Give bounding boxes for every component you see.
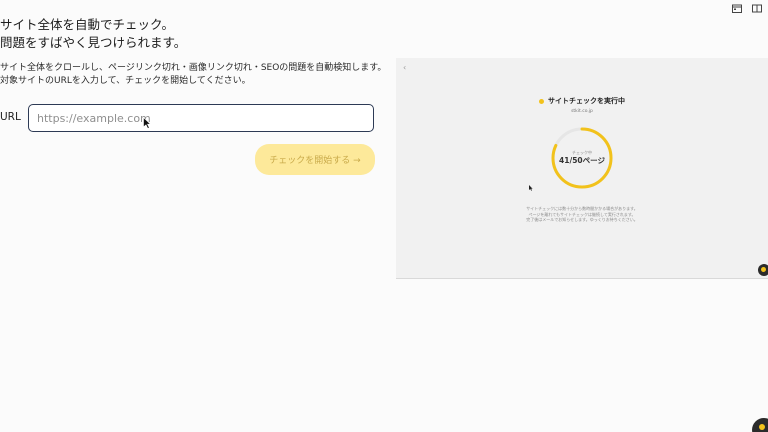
status-dot-icon [539, 98, 544, 104]
url-input[interactable] [28, 104, 374, 132]
page: サイト全体を自動でチェック。 問題をすばやく見つけられます。 サイト全体をクロー… [0, 0, 768, 432]
preview-domain: stkit.co.jp [571, 109, 593, 114]
preview-chat-button[interactable] [758, 264, 768, 276]
start-check-button[interactable]: チェックを開始する → [255, 144, 375, 175]
book-icon[interactable] [752, 4, 762, 13]
preview-panel: ‹ サイトチェックを実行中 stkit.co.jp チェック中 41/50ページ… [396, 58, 768, 278]
progress-text: チェック中 41/50ページ [550, 150, 614, 166]
description: サイト全体をクロールし、ページリンク切れ・画像リンク切れ・SEOの問題を自動検知… [0, 62, 386, 88]
description-line-1: サイト全体をクロールし、ページリンク切れ・画像リンク切れ・SEOの問題を自動検知… [0, 63, 387, 73]
chat-button[interactable] [752, 418, 768, 432]
mouse-cursor-icon [143, 117, 151, 129]
back-chevron-icon[interactable]: ‹ [403, 63, 406, 72]
url-label: URL [0, 111, 21, 123]
headline-line-2: 問題をすばやく見つけられます。 [0, 35, 187, 50]
chat-icon [761, 267, 766, 272]
calendar-icon[interactable] [732, 4, 742, 13]
progress-count: 41/50ページ [559, 156, 605, 165]
headline-line-1: サイト全体を自動でチェック。 [0, 17, 175, 32]
preview-note-line-3: 完了後はメールでお知らせします。ゆっくりお待ちください。 [526, 217, 638, 222]
preview-title: サイトチェックを実行中 [396, 96, 768, 106]
preview-cursor-icon [529, 185, 533, 191]
description-line-2: 対象サイトのURLを入力して、チェックを開始してください。 [0, 76, 251, 86]
top-icons [732, 4, 762, 13]
preview-note: サイトチェックには数十分から数時間かかる場合があります。 ページを離れてもサイト… [396, 206, 768, 223]
chat-icon [759, 424, 765, 430]
headline: サイト全体を自動でチェック。 問題をすばやく見つけられます。 [0, 16, 186, 52]
preview-title-text: サイトチェックを実行中 [548, 97, 625, 105]
